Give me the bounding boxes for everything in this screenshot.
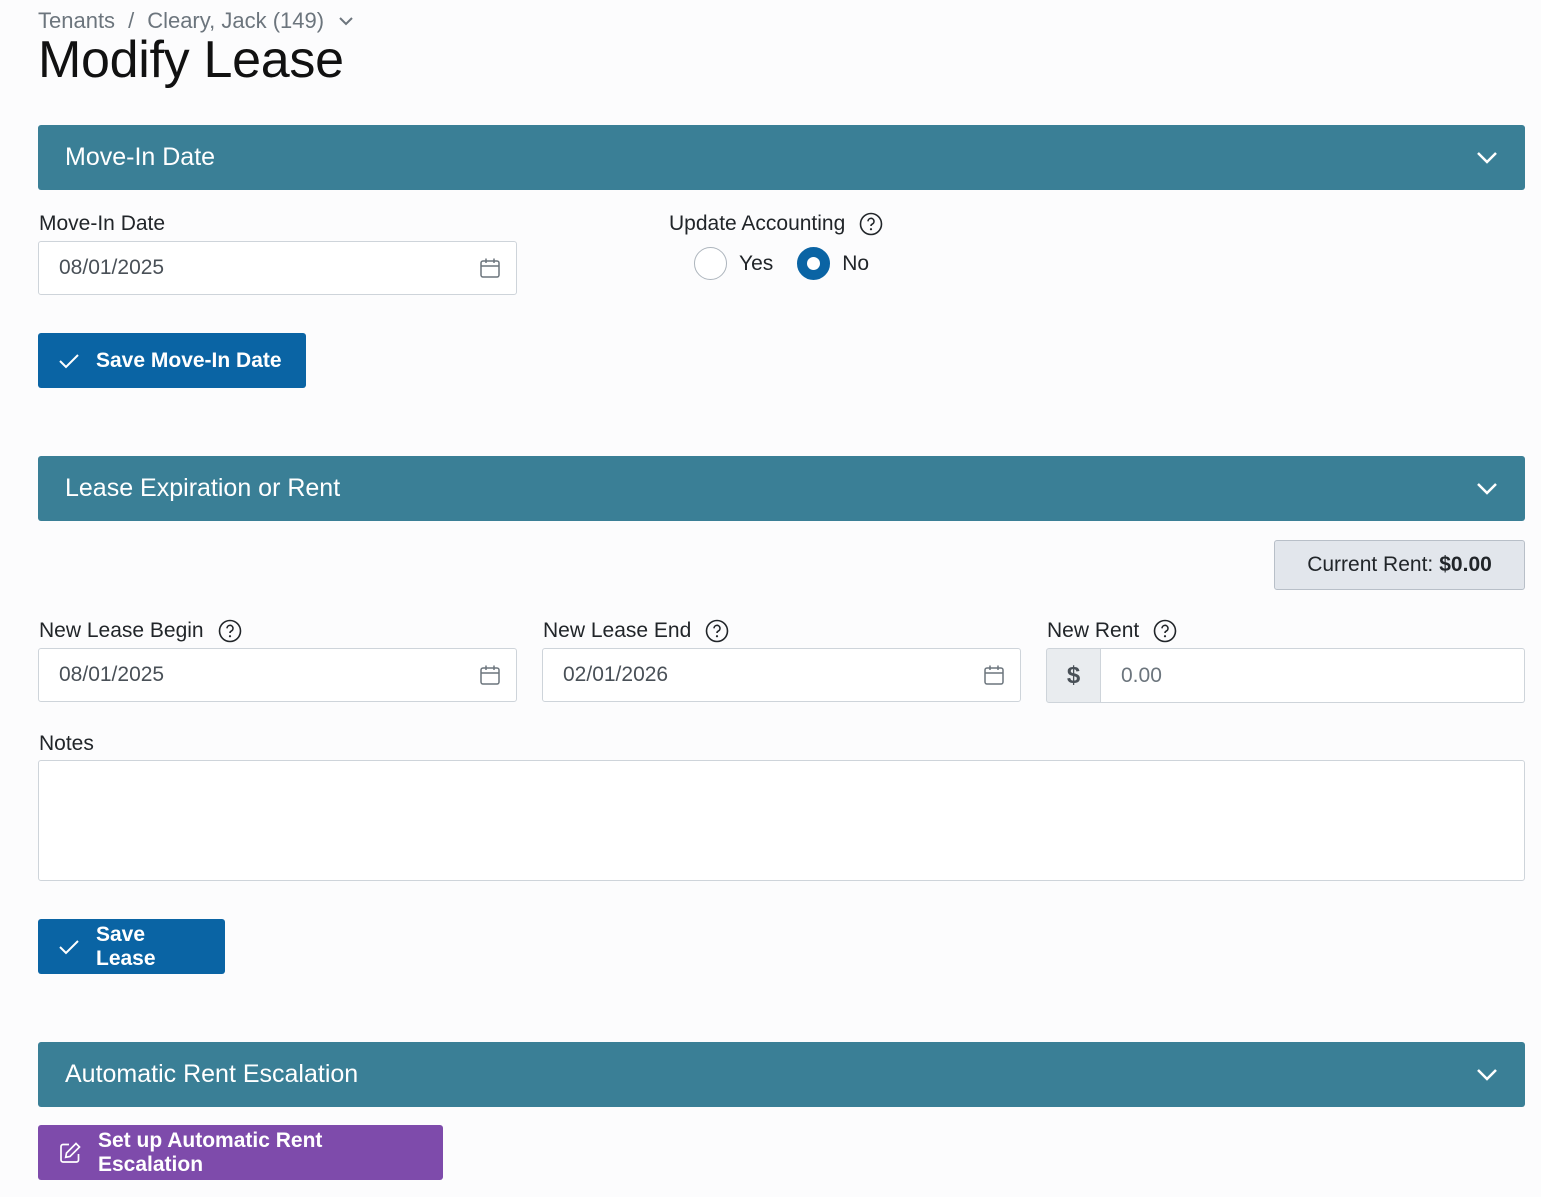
label-text: Move-In Date — [39, 212, 166, 235]
section-title: Lease Expiration or Rent — [65, 474, 341, 502]
section-header-move-in[interactable]: Move-In Date — [38, 125, 1525, 190]
date-value: 02/01/2026 — [563, 663, 669, 686]
radio-no[interactable] — [797, 247, 831, 280]
new-rent-label: New Rent — [1047, 619, 1177, 643]
save-lease-button[interactable]: Save Lease — [38, 919, 225, 974]
move-in-date-field[interactable]: 08/01/2025 — [38, 241, 517, 295]
chevron-down-icon — [1476, 482, 1498, 496]
update-accounting-radio-group: Yes No — [694, 247, 893, 280]
section-header-lease[interactable]: Lease Expiration or Rent — [38, 456, 1525, 521]
chevron-down-icon — [1476, 151, 1498, 165]
label-text: New Lease Begin — [39, 619, 204, 642]
section-title: Move-In Date — [65, 143, 216, 171]
save-move-in-date-button[interactable]: Save Move-In Date — [38, 333, 306, 388]
calendar-icon[interactable] — [479, 257, 501, 279]
calendar-icon[interactable] — [479, 664, 501, 686]
date-value: 08/01/2025 — [59, 663, 165, 686]
radio-yes[interactable] — [694, 247, 727, 280]
current-rent-badge: Current Rent: $0.00 — [1274, 540, 1525, 590]
notes-textarea[interactable] — [38, 760, 1525, 881]
page-title: Modify Lease — [38, 31, 344, 89]
date-value: 08/01/2025 — [59, 256, 165, 279]
label-text: Notes — [39, 732, 94, 755]
help-icon[interactable] — [859, 212, 883, 236]
button-label: Save Move-In Date — [96, 348, 282, 372]
new-lease-end-label: New Lease End — [543, 619, 729, 643]
label-text: New Rent — [1047, 619, 1140, 642]
section-title: Automatic Rent Escalation — [65, 1060, 359, 1088]
label-text: Update Accounting — [669, 212, 846, 235]
current-rent-value: $0.00 — [1439, 553, 1492, 576]
move-in-date-label: Move-In Date — [39, 212, 165, 236]
help-icon[interactable] — [705, 619, 729, 643]
section-header-escalation[interactable]: Automatic Rent Escalation — [38, 1042, 1525, 1107]
new-lease-begin-field[interactable]: 08/01/2025 — [38, 648, 517, 702]
button-label: Save Lease — [96, 922, 156, 970]
edit-icon — [58, 1141, 82, 1165]
update-accounting-label: Update Accounting — [669, 212, 883, 236]
current-rent-label: Current Rent: — [1307, 553, 1434, 576]
help-icon[interactable] — [1153, 619, 1177, 643]
calendar-icon[interactable] — [983, 664, 1005, 686]
currency-addon: $ — [1046, 648, 1101, 703]
setup-rent-escalation-button[interactable]: Set up Automatic Rent Escalation — [38, 1125, 443, 1180]
chevron-down-icon — [1476, 1068, 1498, 1082]
check-icon — [58, 353, 80, 369]
button-label: Set up Automatic Rent Escalation — [98, 1128, 323, 1176]
help-icon[interactable] — [218, 619, 242, 643]
notes-label: Notes — [39, 732, 94, 756]
chevron-down-icon[interactable] — [338, 16, 354, 26]
new-lease-begin-label: New Lease Begin — [39, 619, 242, 643]
new-lease-end-field[interactable]: 02/01/2026 — [542, 648, 1021, 702]
new-rent-input-group: $ — [1046, 648, 1525, 703]
radio-yes-label[interactable]: Yes — [739, 252, 773, 276]
check-icon — [58, 939, 80, 955]
label-text: New Lease End — [543, 619, 692, 642]
radio-no-label[interactable]: No — [842, 252, 869, 276]
new-rent-input[interactable] — [1101, 648, 1525, 703]
